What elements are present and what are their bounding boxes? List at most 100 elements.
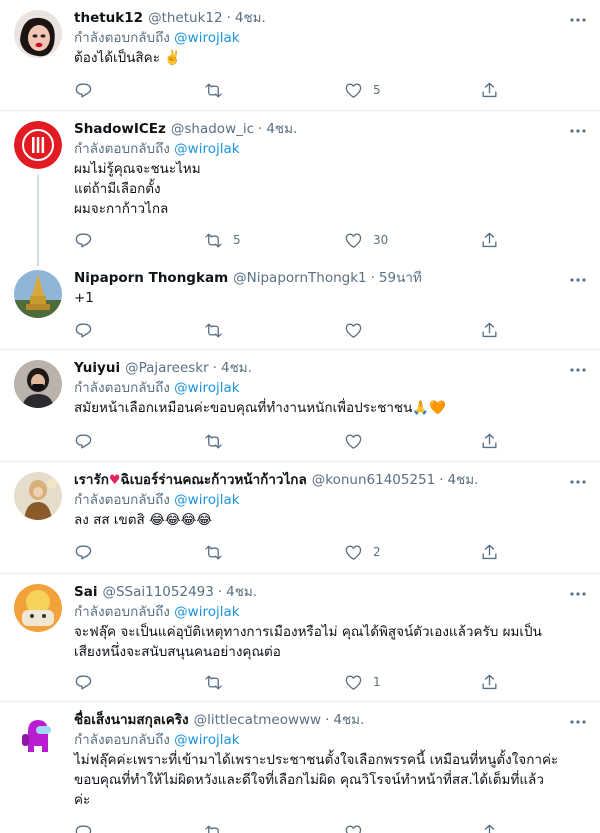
tweet-text-line: ไม่ฟลุ๊คค่ะเพราะที่เข้ามาได้เพราะประชาชน…: [74, 752, 559, 768]
share-button[interactable]: [480, 542, 499, 562]
author-handle[interactable]: @thetuk12: [148, 8, 223, 28]
author-name[interactable]: Nipaporn Thongkam: [74, 268, 228, 288]
retweet-icon: [205, 322, 222, 338]
reply-context: กำลังตอบกลับถึง @wirojlak: [74, 378, 586, 398]
tweet-text: ลง สส เขตสิ 😂😂😂😂: [74, 510, 586, 530]
timestamp[interactable]: 4ชม.: [333, 710, 364, 730]
timestamp[interactable]: 4ชม.: [266, 119, 297, 139]
tweet[interactable]: เรารัก♥ฉิเบอร์ร่านคณะก้าวหน้าก้าวไกล @ko…: [0, 462, 600, 574]
reply-button[interactable]: [74, 542, 103, 562]
timestamp[interactable]: 4ชม.: [448, 470, 479, 490]
more-options-icon[interactable]: [568, 270, 588, 290]
like-button[interactable]: [344, 431, 373, 451]
more-options-icon[interactable]: [568, 584, 588, 604]
author-handle[interactable]: @NipapornThongk1: [233, 268, 366, 288]
share-button[interactable]: [480, 822, 499, 833]
share-button[interactable]: [480, 320, 499, 340]
avatar[interactable]: [14, 472, 62, 520]
author-handle[interactable]: @SSai11052493: [102, 582, 213, 602]
reply-button[interactable]: [74, 80, 103, 100]
timestamp[interactable]: 59นาที: [379, 268, 422, 288]
like-button[interactable]: 5: [344, 80, 381, 100]
author-name[interactable]: เรารัก♥ฉิเบอร์ร่านคณะก้าวหน้าก้าวไกล: [74, 470, 307, 490]
retweet-button[interactable]: [204, 80, 233, 100]
tweet-text-line: สมัยหน้าเลือกเหมือนค่ะขอบคุณที่ทำงานหนัก…: [74, 400, 446, 416]
more-options-icon[interactable]: [568, 472, 588, 492]
author-handle[interactable]: @Pajareeskr: [125, 358, 209, 378]
retweet-button[interactable]: [204, 542, 233, 562]
tweet-feed: thetuk12 @thetuk12 · 4ชม. กำลังตอบกลับถึ…: [0, 0, 600, 833]
reply-button[interactable]: [74, 230, 103, 250]
tweet[interactable]: ShadowICEz @shadow_ic · 4ชม. กำลังตอบกลั…: [0, 111, 600, 260]
like-button[interactable]: [344, 320, 373, 340]
reply-button[interactable]: [74, 672, 103, 692]
author-name[interactable]: Yuiyui: [74, 358, 120, 378]
more-options-icon[interactable]: [568, 360, 588, 380]
author-name[interactable]: thetuk12: [74, 8, 143, 28]
like-button[interactable]: 1: [344, 672, 381, 692]
tweet[interactable]: Sai @SSai11052493 · 4ชม. กำลังตอบกลับถึง…: [0, 574, 600, 702]
reply-mention-link[interactable]: @wirojlak: [174, 30, 239, 46]
avatar[interactable]: [14, 712, 62, 760]
tweet-text: ต้องได้เป็นสิคะ ✌️: [74, 48, 586, 68]
reply-icon: [75, 433, 92, 449]
reply-button[interactable]: [74, 431, 103, 451]
avatar[interactable]: [14, 360, 62, 408]
retweet-icon: [205, 674, 222, 690]
author-handle[interactable]: @shadow_ic: [171, 119, 254, 139]
reply-button[interactable]: [74, 320, 103, 340]
separator-dot: ·: [325, 712, 330, 728]
separator-dot: ·: [226, 10, 231, 26]
tweet[interactable]: thetuk12 @thetuk12 · 4ชม. กำลังตอบกลับถึ…: [0, 0, 600, 111]
more-options-icon[interactable]: [568, 712, 588, 732]
like-count: 5: [373, 83, 381, 97]
avatar[interactable]: [14, 121, 62, 169]
separator-dot: ·: [439, 472, 444, 488]
author-name[interactable]: ชื่อเส็งนามสกุลเคริง: [74, 710, 189, 730]
reply-button[interactable]: [74, 822, 103, 833]
tweet[interactable]: ชื่อเส็งนามสกุลเคริง @littlecatmeowww · …: [0, 702, 600, 833]
retweet-button[interactable]: 5: [204, 230, 241, 250]
timestamp[interactable]: 4ชม.: [226, 582, 257, 602]
reply-mention-link[interactable]: @wirojlak: [174, 732, 239, 748]
share-icon: [482, 674, 497, 689]
share-button[interactable]: [480, 230, 499, 250]
tweet[interactable]: Yuiyui @Pajareeskr · 4ชม. กำลังตอบกลับถึ…: [0, 350, 600, 462]
reply-mention-link[interactable]: @wirojlak: [174, 604, 239, 620]
retweet-icon: [205, 544, 222, 560]
reply-mention-link[interactable]: @wirojlak: [174, 380, 239, 396]
author-name[interactable]: ShadowICEz: [74, 119, 166, 139]
retweet-icon: [205, 232, 222, 248]
avatar[interactable]: [14, 270, 62, 318]
author-handle[interactable]: @konun61405251: [312, 470, 435, 490]
timestamp[interactable]: 4ชม.: [221, 358, 252, 378]
retweet-button[interactable]: [204, 431, 233, 451]
tweet[interactable]: Nipaporn Thongkam @NipapornThongk1 · 59น…: [0, 260, 600, 350]
tweet-text: ไม่ฟลุ๊คค่ะเพราะที่เข้ามาได้เพราะประชาชน…: [74, 750, 586, 810]
retweet-icon: [205, 433, 222, 449]
share-button[interactable]: [480, 80, 499, 100]
timestamp[interactable]: 4ชม.: [235, 8, 266, 28]
like-button[interactable]: 30: [344, 230, 388, 250]
author-handle[interactable]: @littlecatmeowww: [194, 710, 321, 730]
reply-icon: [75, 544, 92, 560]
retweet-button[interactable]: [204, 822, 233, 833]
retweet-button[interactable]: [204, 672, 233, 692]
retweet-button[interactable]: [204, 320, 233, 340]
like-button[interactable]: [344, 822, 373, 833]
reply-prefix: กำลังตอบกลับถึง: [74, 380, 170, 396]
avatar[interactable]: [14, 584, 62, 632]
like-button[interactable]: 2: [344, 542, 381, 562]
reply-mention-link[interactable]: @wirojlak: [174, 492, 239, 508]
more-options-icon[interactable]: [568, 121, 588, 141]
tweet-actions: [74, 822, 514, 833]
reply-context: กำลังตอบกลับถึง @wirojlak: [74, 490, 586, 510]
reply-mention-link[interactable]: @wirojlak: [174, 141, 239, 157]
tweet-actions: [74, 320, 514, 340]
author-name[interactable]: Sai: [74, 582, 97, 602]
tweet-text: จะฟลุ๊ค จะเป็นแค่อุบัติเหตุทางการเมืองหร…: [74, 622, 586, 662]
share-button[interactable]: [480, 672, 499, 692]
share-button[interactable]: [480, 431, 499, 451]
more-options-icon[interactable]: [568, 10, 588, 30]
avatar[interactable]: [14, 10, 62, 58]
